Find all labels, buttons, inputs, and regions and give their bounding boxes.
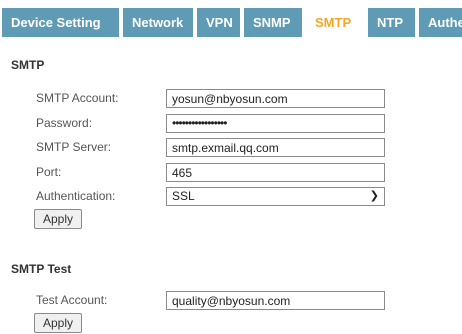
test-account-label: Test Account: [36,293,108,307]
smtp-section-title: SMTP [11,58,45,72]
password-input[interactable]: ••••••••••••••••• [166,114,385,133]
chevron-down-icon: ❯ [369,190,379,202]
test-account-input[interactable] [166,291,385,310]
tab-authentication[interactable]: Authe [419,8,462,37]
tab-network[interactable]: Network [123,8,193,37]
port-input[interactable] [166,163,385,182]
tab-ntp[interactable]: NTP [368,8,415,37]
authentication-select[interactable]: SSL ❯ [166,187,385,206]
tab-device-setting[interactable]: Device Setting [2,8,119,37]
smtp-apply-button[interactable]: Apply [34,209,82,229]
smtp-account-input[interactable] [166,89,385,108]
smtp-test-apply-button[interactable]: Apply [34,313,82,333]
authentication-value: SSL [172,189,195,203]
smtp-test-section-title: SMTP Test [11,262,72,276]
tab-smtp[interactable]: SMTP [306,8,364,37]
tab-snmp[interactable]: SNMP [244,8,302,37]
smtp-server-input[interactable] [166,138,385,157]
password-label: Password: [36,116,93,130]
tab-vpn[interactable]: VPN [197,8,240,37]
tab-bar: Device Setting Network VPN SNMP SMTP NTP… [0,8,462,37]
port-label: Port: [36,165,62,179]
smtp-account-label: SMTP Account: [36,91,119,105]
smtp-server-label: SMTP Server: [36,140,112,154]
authentication-label: Authentication: [36,189,116,203]
